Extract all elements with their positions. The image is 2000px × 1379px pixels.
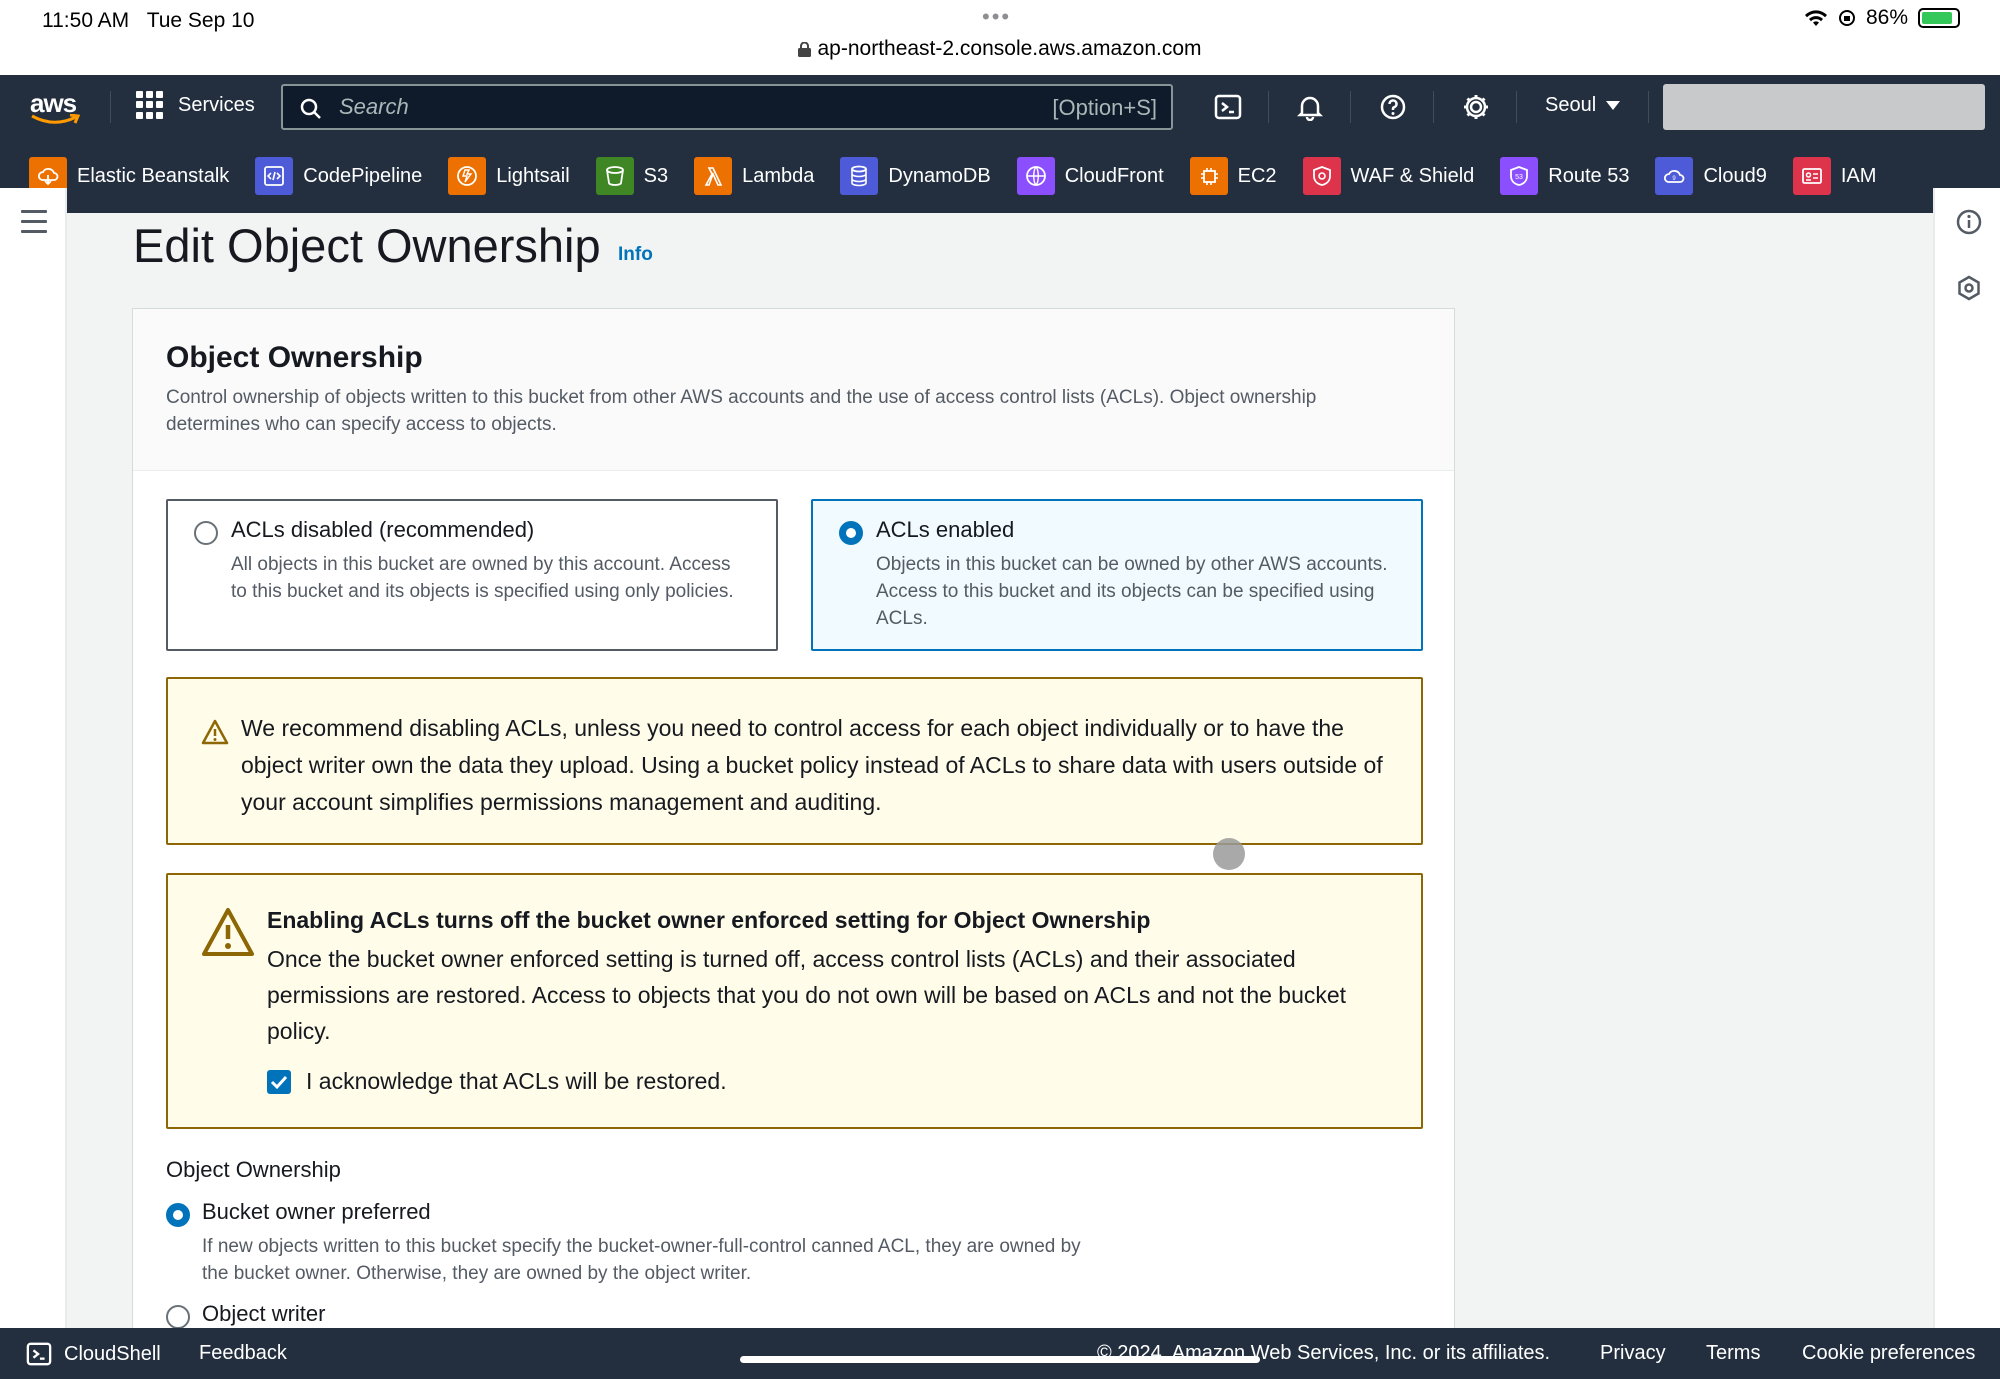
info-link[interactable]: Info (618, 244, 653, 266)
fav-lightsail[interactable]: Lightsail (448, 157, 570, 195)
bucket-owner-preferred-label[interactable]: Bucket owner preferred (202, 1199, 431, 1225)
card-header: Object Ownership Control ownership of ob… (133, 309, 1454, 471)
ec2-icon (1189, 157, 1228, 195)
fav-dynamodb[interactable]: DynamoDB (840, 157, 991, 195)
system-indicators: 86% (1804, 6, 1960, 30)
services-menu-button[interactable]: Services (136, 91, 255, 119)
recommendation-warning: We recommend disabling ACLs, unless you … (166, 677, 1423, 845)
ownership-field-label: Object Ownership (166, 1157, 341, 1182)
page-title: Edit Object Ownership (133, 219, 601, 272)
waf-shield-icon (1302, 157, 1341, 195)
fav-cloud9[interactable]: 9 Cloud9 (1655, 157, 1767, 195)
card-description: Control ownership of objects written to … (166, 387, 1317, 435)
search-input[interactable] (339, 86, 939, 128)
acls-disabled-radio[interactable] (194, 521, 218, 545)
battery-percent: 86% (1865, 6, 1908, 29)
right-side-rail (1933, 188, 2000, 1328)
enabling-acls-warning: Enabling ACLs turns off the bucket owner… (166, 873, 1423, 1129)
caret-down-icon (1606, 101, 1621, 110)
acls-enabled-label: ACLs enabled (876, 517, 1015, 542)
cloudshell-icon (26, 1342, 52, 1366)
iam-icon (1792, 157, 1831, 195)
bucket-owner-preferred-radio[interactable] (166, 1203, 190, 1227)
gear-icon[interactable] (1460, 91, 1492, 123)
touch-pointer (1213, 838, 1245, 870)
object-ownership-card: Object Ownership Control ownership of ob… (132, 308, 1455, 1333)
region-label: Seoul (1545, 94, 1597, 116)
bell-icon[interactable] (1294, 91, 1326, 123)
fav-ec2[interactable]: EC2 (1189, 157, 1277, 195)
aws-top-navigation: aws Services [Option+S] Seoul (0, 75, 2000, 213)
multitasking-dots-icon[interactable]: ••• (982, 4, 1011, 30)
aws-smile-icon (31, 114, 81, 124)
cloudfront-icon (1016, 157, 1055, 195)
help-icon[interactable] (1377, 91, 1409, 123)
fav-s3[interactable]: S3 (595, 157, 668, 195)
fav-waf-shield[interactable]: WAF & Shield (1302, 157, 1474, 195)
route53-icon: 53 (1500, 157, 1539, 195)
favorites-bar: Elastic Beanstalk CodePipeline Lightsail… (0, 139, 2000, 213)
lambda-icon (694, 157, 733, 195)
acls-disabled-label: ACLs disabled (recommended) (231, 517, 535, 542)
object-writer-label[interactable]: Object writer (202, 1301, 325, 1327)
fav-cloudfront[interactable]: CloudFront (1016, 157, 1164, 195)
orientation-lock-icon (1838, 10, 1855, 26)
lightsail-icon (448, 157, 487, 195)
console-footer: CloudShell Feedback © 2024, Amazon Web S… (0, 1328, 2000, 1379)
grid-icon (136, 91, 164, 119)
hamburger-menu-icon[interactable] (21, 210, 47, 240)
object-writer-radio[interactable] (166, 1305, 190, 1329)
cloud9-icon: 9 (1655, 157, 1694, 195)
enabling-acls-title: Enabling ACLs turns off the bucket owner… (267, 907, 1151, 933)
services-label: Services (178, 93, 255, 116)
fav-lambda[interactable]: Lambda (694, 157, 814, 195)
status-time: 11:50 AM Tue Sep 10 (42, 9, 255, 32)
fav-iam[interactable]: IAM (1792, 157, 1876, 195)
card-title: Object Ownership (166, 341, 423, 374)
svg-text:53: 53 (1515, 174, 1523, 181)
ios-status-bar: 11:50 AM Tue Sep 10 ••• ap-northeast-2.c… (0, 0, 2000, 75)
warning-icon (202, 908, 254, 956)
acls-enabled-description: Objects in this bucket can be owned by o… (876, 554, 1388, 629)
search-bar[interactable]: [Option+S] (281, 84, 1173, 130)
home-indicator[interactable] (740, 1356, 1260, 1363)
codepipeline-icon (255, 157, 294, 195)
cloudshell-button[interactable]: CloudShell (26, 1341, 161, 1367)
acknowledge-label[interactable]: I acknowledge that ACLs will be restored… (306, 1068, 727, 1095)
acknowledge-checkbox[interactable] (267, 1070, 291, 1094)
aws-logo[interactable]: aws (30, 88, 82, 128)
wifi-icon (1804, 10, 1827, 26)
recommendation-text: We recommend disabling ACLs, unless you … (241, 715, 1383, 815)
checkmark-icon (270, 1075, 288, 1090)
acls-disabled-description: All objects in this bucket are owned by … (231, 554, 734, 602)
s3-icon (595, 157, 634, 195)
left-side-rail (0, 188, 67, 1328)
bucket-owner-preferred-description: If new objects written to this bucket sp… (202, 1236, 1081, 1284)
enabling-acls-text: Once the bucket owner enforced setting i… (267, 946, 1347, 1044)
fav-codepipeline[interactable]: CodePipeline (255, 157, 422, 195)
acls-disabled-tile[interactable]: ACLs disabled (recommended) All objects … (166, 499, 778, 651)
cookie-preferences-link[interactable]: Cookie preferences (1802, 1342, 1975, 1365)
info-panel-icon[interactable] (1955, 208, 1983, 236)
region-selector[interactable]: Seoul (1545, 94, 1621, 117)
acls-enabled-tile[interactable]: ACLs enabled Objects in this bucket can … (811, 499, 1423, 651)
feedback-link[interactable]: Feedback (199, 1342, 287, 1365)
fav-route53[interactable]: 53 Route 53 (1500, 157, 1629, 195)
lock-icon (798, 42, 812, 57)
dynamodb-icon (840, 157, 879, 195)
warning-icon (201, 719, 229, 745)
cloudshell-icon[interactable] (1212, 91, 1244, 123)
terms-link[interactable]: Terms (1706, 1342, 1760, 1365)
assistant-icon[interactable] (1955, 274, 1983, 302)
battery-icon (1918, 8, 1960, 28)
address-bar[interactable]: ap-northeast-2.console.aws.amazon.com (0, 37, 2000, 61)
acls-enabled-radio[interactable] (839, 521, 863, 545)
privacy-link[interactable]: Privacy (1600, 1342, 1666, 1365)
search-shortcut-hint: [Option+S] (1052, 95, 1157, 120)
account-menu[interactable] (1663, 84, 1985, 130)
search-icon (300, 98, 321, 119)
url-text: ap-northeast-2.console.aws.amazon.com (817, 37, 1202, 60)
